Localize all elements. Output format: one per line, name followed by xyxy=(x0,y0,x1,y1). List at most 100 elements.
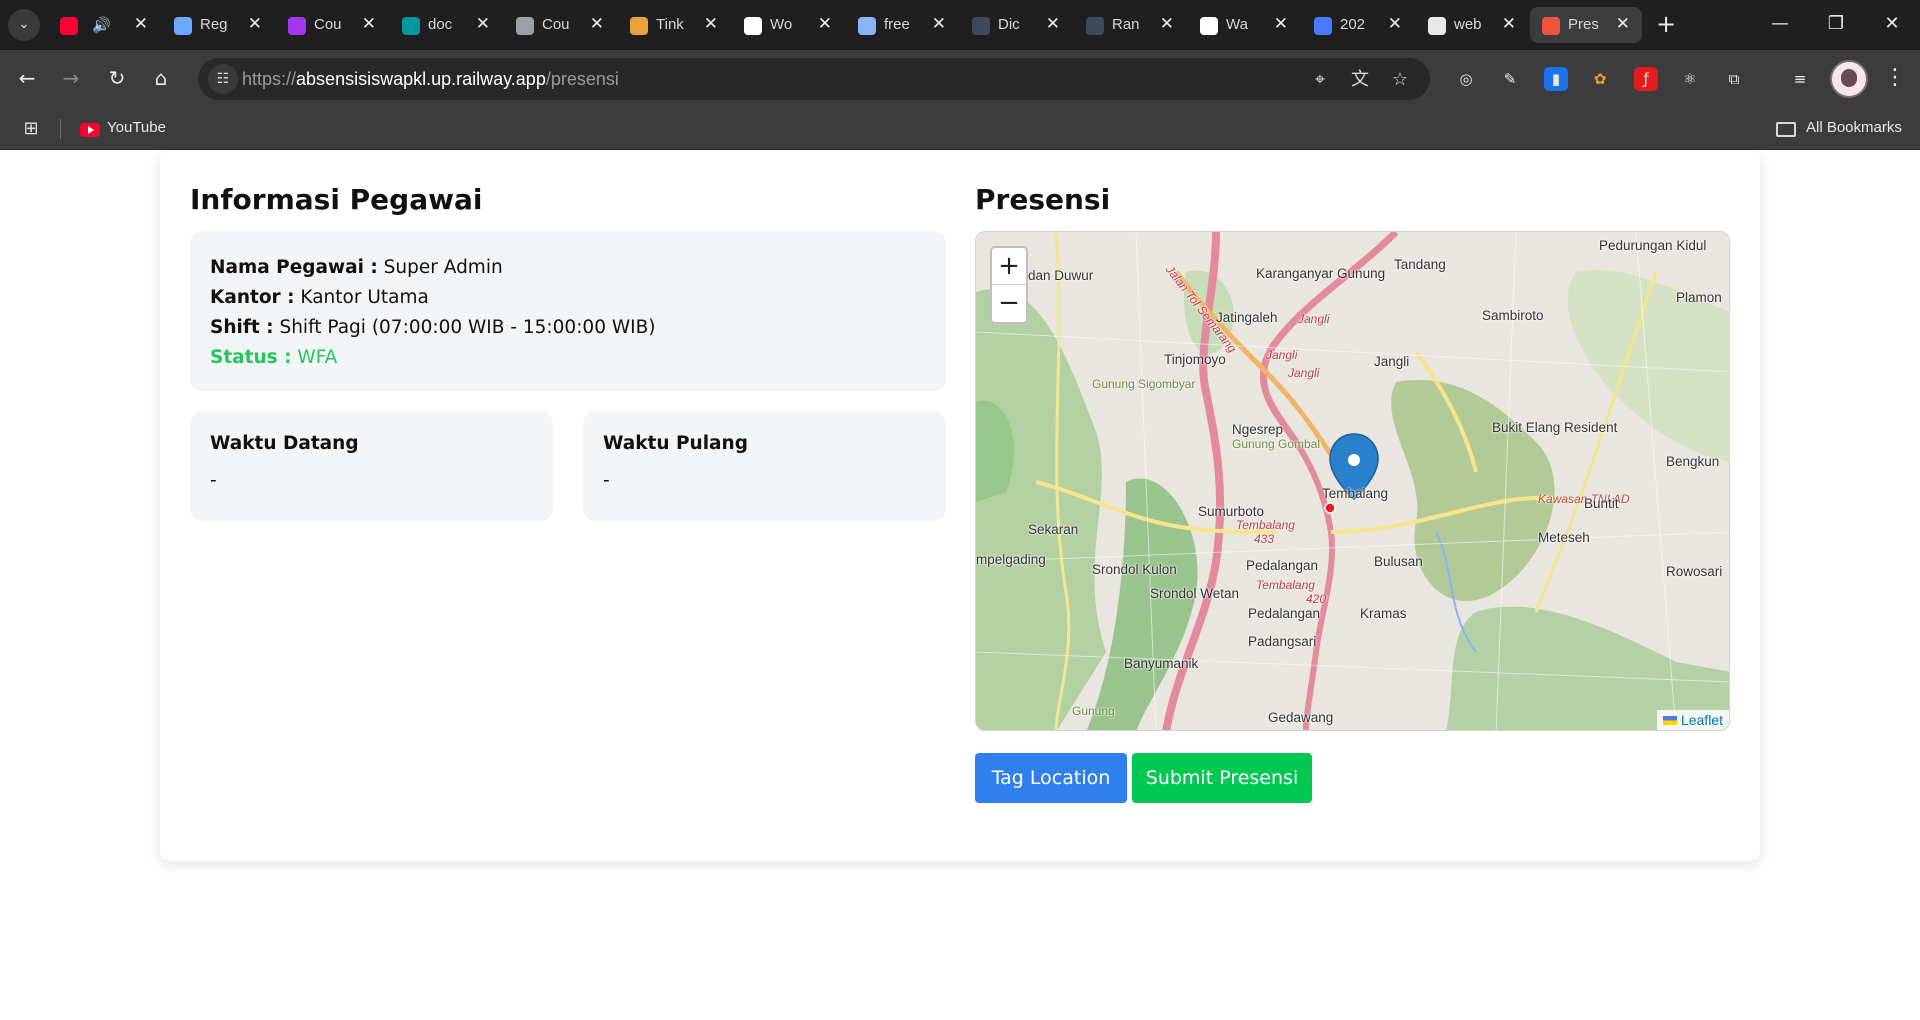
restore-button[interactable]: ❐ xyxy=(1808,0,1864,50)
g-icon xyxy=(1086,17,1104,35)
close-tab-icon[interactable]: ✕ xyxy=(134,14,148,34)
chatgpt-icon xyxy=(1200,17,1218,35)
map-label: Pedalangan xyxy=(1248,606,1321,621)
map-tiles[interactable] xyxy=(976,232,1730,731)
browser-tab[interactable]: Pres ✕ xyxy=(1530,7,1642,43)
extension-eyedropper-icon[interactable]: ✎ xyxy=(1498,67,1522,91)
close-tab-icon[interactable]: ✕ xyxy=(590,14,604,34)
employee-status-value: WFA xyxy=(297,347,338,368)
map-label: Banyumanik xyxy=(1124,656,1199,671)
zoom-out-button[interactable]: − xyxy=(992,285,1026,322)
extension-docs-icon[interactable]: ▮ xyxy=(1544,67,1568,91)
employee-name-row: Nama Pegawai : Super Admin xyxy=(210,253,926,283)
employee-office-label: Kantor : xyxy=(210,287,295,308)
leaflet-link[interactable]: Leaflet xyxy=(1681,712,1723,728)
bookmark-star-icon[interactable]: ☆ xyxy=(1388,68,1412,92)
speaker-icon[interactable]: 🔊 xyxy=(92,16,126,34)
extension-cookie-icon[interactable]: ✿ xyxy=(1588,67,1612,91)
browser-tab[interactable]: Dic ✕ xyxy=(960,7,1072,43)
employee-status-label: Status : xyxy=(210,347,292,368)
map-label: 420 xyxy=(1306,592,1327,606)
map-label: Pedurungan Kidul xyxy=(1599,238,1707,253)
close-tab-icon[interactable]: ✕ xyxy=(704,14,718,34)
bookmark-youtube[interactable]: YouTube xyxy=(107,119,166,136)
home-button[interactable]: ⌂ xyxy=(146,63,176,93)
close-tab-icon[interactable]: ✕ xyxy=(818,14,832,34)
back-button[interactable]: ← xyxy=(12,63,42,93)
translate-icon[interactable]: 文 xyxy=(1348,68,1372,92)
tab-title: Cou xyxy=(314,16,342,33)
apps-grid-icon[interactable]: ⊞ xyxy=(20,118,42,140)
employee-name-value: Super Admin xyxy=(383,257,503,278)
map-label: Karanganyar Gunung xyxy=(1256,266,1386,281)
presensi-title: Presensi xyxy=(975,183,1111,216)
employee-shift-label: Shift : xyxy=(210,317,274,338)
close-tab-icon[interactable]: ✕ xyxy=(248,14,262,34)
browser-tab[interactable]: 202 ✕ xyxy=(1302,7,1414,43)
extension-react-icon[interactable]: ⚛ xyxy=(1678,67,1702,91)
browser-tab[interactable]: Cou ✕ xyxy=(504,7,616,43)
youtube-icon[interactable] xyxy=(80,123,100,137)
reload-button[interactable]: ↻ xyxy=(102,63,132,93)
map-label: Tembalang xyxy=(1322,486,1389,501)
folder-icon[interactable] xyxy=(1776,122,1796,137)
tab-search-button[interactable]: ⌄ xyxy=(8,9,40,41)
close-tab-icon[interactable]: ✕ xyxy=(1046,14,1060,34)
close-tab-icon[interactable]: ✕ xyxy=(476,14,490,34)
map-attribution[interactable]: Leaflet xyxy=(1656,710,1729,730)
browser-tab[interactable]: web ✕ xyxy=(1416,7,1528,43)
browser-tab[interactable]: Cou ✕ xyxy=(276,7,388,43)
tag-location-button[interactable]: Tag Location xyxy=(975,753,1127,803)
extensions-puzzle-icon[interactable]: ⧉ xyxy=(1722,67,1746,91)
browser-tab[interactable]: Wo ✕ xyxy=(732,7,844,43)
browser-tab[interactable]: free ✕ xyxy=(846,7,958,43)
employee-shift-value: Shift Pagi (07:00:00 WIB - 15:00:00 WIB) xyxy=(279,317,656,338)
close-tab-icon[interactable]: ✕ xyxy=(1160,14,1174,34)
address-bar[interactable]: ☷ https://absensisiswapkl.up.railway.app… xyxy=(198,58,1430,100)
bookmarks-bar: ⊞ YouTube All Bookmarks xyxy=(0,108,1920,150)
close-tab-icon[interactable]: ✕ xyxy=(362,14,376,34)
new-tab-button[interactable]: + xyxy=(1650,9,1682,41)
site-info-icon[interactable]: ☷ xyxy=(208,64,238,94)
forward-button[interactable]: → xyxy=(56,63,86,93)
browser-menu-icon[interactable]: ⋮ xyxy=(1880,63,1910,93)
map-label: Rowosari xyxy=(1666,564,1723,579)
minimize-button[interactable]: — xyxy=(1752,0,1808,50)
extension-flash-icon[interactable]: ƒ xyxy=(1634,67,1658,91)
map-label: Kramas xyxy=(1360,606,1407,621)
browser-tab[interactable]: Wa ✕ xyxy=(1188,7,1300,43)
departure-time-label: Waktu Pulang xyxy=(603,433,748,454)
tab-title: Tink xyxy=(656,16,684,33)
close-tab-icon[interactable]: ✕ xyxy=(1274,14,1288,34)
browser-tab[interactable]: doc ✕ xyxy=(390,7,502,43)
g-icon xyxy=(972,17,990,35)
tab-title: free xyxy=(884,16,910,33)
profile-avatar[interactable] xyxy=(1830,60,1868,98)
map-zoom-control: + − xyxy=(990,246,1028,324)
map-label: Jangli xyxy=(1374,354,1410,369)
browser-tab[interactable]: Reg ✕ xyxy=(162,7,274,43)
close-tab-icon[interactable]: ✕ xyxy=(932,14,946,34)
location-map[interactable]: Pedurungan Kidul Tandang Karanganyar Gun… xyxy=(975,231,1730,731)
close-tab-icon[interactable]: ✕ xyxy=(1616,14,1630,34)
submit-presensi-button[interactable]: Submit Presensi xyxy=(1132,753,1312,803)
extension-media-icon[interactable]: ◎ xyxy=(1454,67,1478,91)
browser-tab[interactable]: Tink ✕ xyxy=(618,7,730,43)
arrival-time-label: Waktu Datang xyxy=(210,433,359,454)
url-text[interactable]: https://absensisiswapkl.up.railway.app/p… xyxy=(242,69,619,90)
reading-list-icon[interactable]: ≡ xyxy=(1788,67,1812,91)
all-bookmarks-button[interactable]: All Bookmarks xyxy=(1806,119,1902,136)
puzzle-icon xyxy=(174,17,192,35)
map-label: Buntit xyxy=(1584,496,1619,511)
map-label: 433 xyxy=(1254,532,1275,546)
close-tab-icon[interactable]: ✕ xyxy=(1388,14,1402,34)
departure-time-value: - xyxy=(603,470,610,491)
location-icon[interactable]: ⌖ xyxy=(1308,68,1332,92)
dart-icon xyxy=(1314,17,1332,35)
browser-tab[interactable]: 🔊 ✕ xyxy=(48,7,160,43)
browser-tab[interactable]: Ran ✕ xyxy=(1074,7,1186,43)
map-label: Ngesrep xyxy=(1232,422,1284,437)
zoom-in-button[interactable]: + xyxy=(992,248,1026,285)
close-window-button[interactable]: ✕ xyxy=(1864,0,1920,50)
close-tab-icon[interactable]: ✕ xyxy=(1502,14,1516,34)
